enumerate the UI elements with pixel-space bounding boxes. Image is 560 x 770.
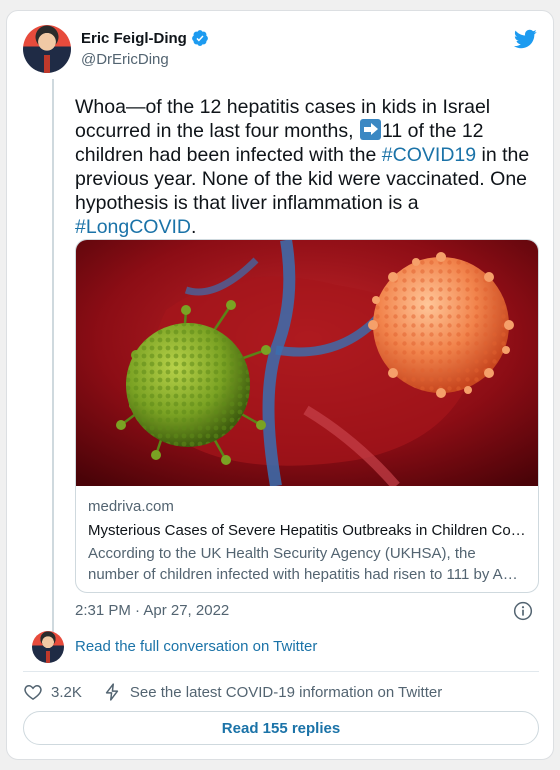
thread-line xyxy=(52,79,54,639)
twitter-bird-icon[interactable] xyxy=(513,27,537,51)
author-handle[interactable]: @DrEricDing xyxy=(81,51,169,68)
divider xyxy=(23,671,539,672)
preview-title: Mysterious Cases of Severe Hepatitis Out… xyxy=(88,522,526,539)
tweet-text-part: . xyxy=(190,216,197,238)
like-count: 3.2K xyxy=(51,683,82,701)
conversation-avatar[interactable] xyxy=(32,631,64,663)
info-icon[interactable] xyxy=(513,601,533,621)
covid-info-action[interactable]: See the latest COVID-19 information on T… xyxy=(102,682,442,702)
tweet-text: Whoa—of the 12 hepatitis cases in kids i… xyxy=(75,95,545,239)
heart-icon xyxy=(24,684,42,700)
read-conversation-link[interactable]: Read the full conversation on Twitter xyxy=(75,638,317,655)
link-preview-card[interactable]: medriva.com Mysterious Cases of Severe H… xyxy=(75,239,539,593)
read-replies-button[interactable]: Read 155 replies xyxy=(23,711,539,745)
preview-meta: medriva.com Mysterious Cases of Severe H… xyxy=(88,498,528,585)
tweet-card: Eric Feigl-Ding @DrEricDing Whoa—of the … xyxy=(6,10,554,760)
verified-badge-icon xyxy=(191,30,208,46)
lightning-bolt-icon xyxy=(105,683,119,701)
author-avatar[interactable] xyxy=(23,25,71,73)
hashtag-longcovid-link[interactable]: #LongCOVID xyxy=(75,216,191,238)
tweet-actions: 3.2K See the latest COVID-19 information… xyxy=(23,681,462,703)
preview-description: According to the UK Health Security Agen… xyxy=(88,545,518,583)
covid-info-label: See the latest COVID-19 information on T… xyxy=(129,683,443,701)
like-action[interactable]: 3.2K xyxy=(23,682,82,702)
preview-image[interactable] xyxy=(76,240,539,486)
hashtag-covid19-link[interactable]: #COVID19 xyxy=(382,144,476,166)
author-name[interactable]: Eric Feigl-Ding xyxy=(81,30,187,47)
right-arrow-emoji-icon xyxy=(359,119,381,140)
preview-domain: medriva.com xyxy=(88,498,174,515)
tweet-timestamp[interactable]: 2:31 PM · Apr 27, 2022 xyxy=(75,602,229,619)
author-name-row[interactable]: Eric Feigl-Ding xyxy=(81,29,209,47)
